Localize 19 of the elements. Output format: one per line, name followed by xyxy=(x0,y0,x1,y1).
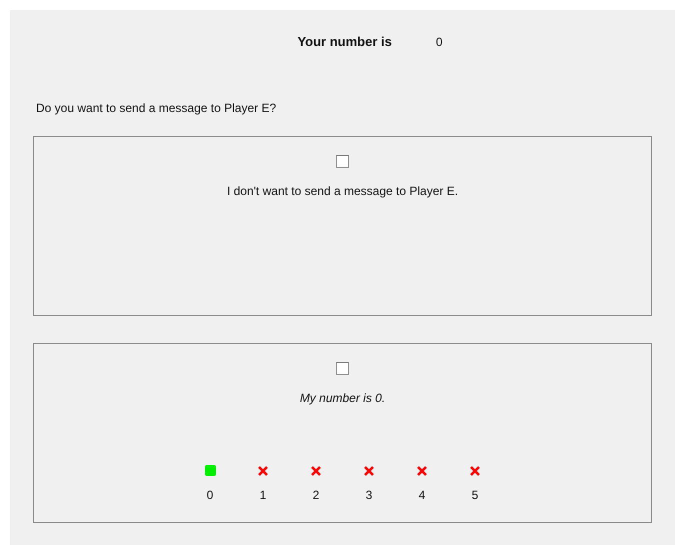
number-label: 3 xyxy=(366,486,372,504)
square-icon xyxy=(204,465,216,476)
option-label: My number is 0. xyxy=(300,390,386,406)
option-label: I don't want to send a message to Player E. xyxy=(226,182,458,200)
number-label: 0 xyxy=(206,486,214,504)
cross-icon xyxy=(257,464,269,476)
checkbox[interactable] xyxy=(336,362,349,374)
question-text: Do you want to send a message to Player E? xyxy=(36,100,278,116)
header-value: 0 xyxy=(436,34,443,51)
number-label: 1 xyxy=(260,486,266,504)
cross-icon xyxy=(310,464,322,476)
header-label: Your number is xyxy=(297,33,392,51)
cross-icon xyxy=(416,464,428,476)
cross-icon xyxy=(469,464,481,476)
number-label: 5 xyxy=(472,486,478,504)
cross-icon xyxy=(363,464,375,476)
checkbox[interactable] xyxy=(336,154,349,168)
number-label: 2 xyxy=(312,486,320,504)
number-label: 4 xyxy=(418,486,426,504)
